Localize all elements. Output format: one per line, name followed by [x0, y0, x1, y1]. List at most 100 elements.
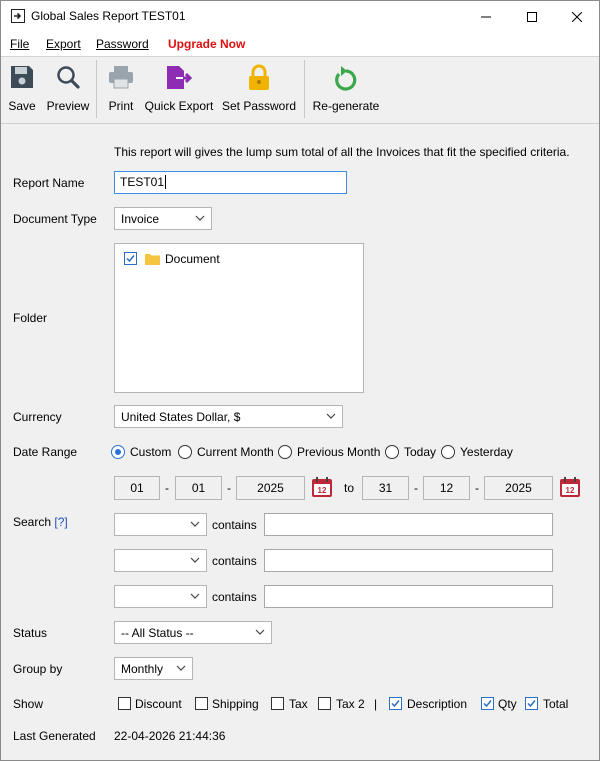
checkmark-icon: [391, 700, 400, 708]
save-label: Save: [8, 99, 36, 113]
set-password-button[interactable]: Set Password: [220, 58, 298, 124]
report-window: Global Sales Report TEST01 File Export P…: [0, 0, 600, 761]
menu-upgrade-now[interactable]: Upgrade Now: [168, 37, 245, 51]
chevron-down-icon: [190, 557, 200, 563]
show-label: Show: [13, 697, 44, 711]
to-year-field[interactable]: 2025: [484, 476, 553, 500]
maximize-button[interactable]: [509, 1, 555, 32]
search-field-select-3[interactable]: [114, 585, 207, 608]
show-discount-checkbox[interactable]: [118, 697, 131, 710]
date-to-text: to: [344, 481, 355, 495]
preview-label: Preview: [46, 99, 90, 113]
export-icon: [167, 66, 193, 89]
currency-label: Currency: [13, 410, 62, 424]
show-shipping-label: Shipping: [212, 697, 259, 711]
search-value-input-1[interactable]: [264, 513, 553, 536]
menu-password[interactable]: Password: [96, 37, 149, 51]
quick-export-label: Quick Export: [144, 99, 214, 113]
chevron-down-icon: [176, 665, 186, 671]
regenerate-button[interactable]: Re-generate: [312, 58, 380, 124]
print-label: Print: [108, 99, 134, 113]
minimize-button[interactable]: [463, 1, 509, 32]
title-bar: Global Sales Report TEST01: [1, 1, 599, 32]
report-name-input[interactable]: TEST01: [114, 171, 347, 194]
text-cursor: [165, 175, 167, 189]
status-select[interactable]: -- All Status --: [114, 621, 272, 644]
print-button[interactable]: Print: [105, 58, 137, 124]
from-date-picker-button[interactable]: 12: [311, 476, 333, 498]
checkmark-icon: [126, 255, 135, 263]
group-by-value: Monthly: [121, 662, 164, 676]
currency-select[interactable]: United States Dollar, $: [114, 405, 343, 428]
contains-label: contains: [212, 590, 257, 604]
search-help-link[interactable]: [?]: [54, 515, 67, 529]
save-button[interactable]: Save: [5, 58, 39, 124]
calendar-icon: 12: [560, 477, 580, 497]
toolbar-separator: [304, 60, 305, 118]
show-separator: |: [374, 697, 378, 711]
date-dash: -: [227, 481, 231, 495]
menu-file[interactable]: File: [10, 37, 29, 51]
folder-document-checkbox[interactable]: [124, 252, 137, 265]
toolbar: Save Preview Print Quick Export Set Pass…: [1, 58, 599, 124]
group-by-select[interactable]: Monthly: [114, 657, 193, 680]
date-range-label: Date Range: [13, 445, 78, 459]
search-value-input-3[interactable]: [264, 585, 553, 608]
search-field-select-1[interactable]: [114, 513, 207, 536]
search-label-text: Search: [13, 515, 52, 529]
folder-icon: [145, 254, 160, 265]
show-tax-checkbox[interactable]: [271, 697, 284, 710]
radio-previous-month-label: Previous Month: [297, 445, 381, 459]
radio-yesterday[interactable]: [441, 445, 455, 459]
to-date-picker-button[interactable]: 12: [559, 476, 581, 498]
show-total-checkbox[interactable]: [525, 697, 538, 710]
lock-icon: [249, 64, 269, 90]
from-month-field[interactable]: 01: [175, 476, 222, 500]
to-day-field[interactable]: 31: [362, 476, 409, 500]
maximize-icon: [527, 11, 537, 22]
report-description: This report will gives the lump sum tota…: [114, 145, 570, 159]
window-title: Global Sales Report TEST01: [31, 9, 186, 23]
document-type-select[interactable]: Invoice: [114, 207, 212, 230]
search-field-select-2[interactable]: [114, 549, 207, 572]
group-by-label: Group by: [13, 662, 63, 676]
quick-export-button[interactable]: Quick Export: [144, 58, 214, 124]
from-day-field[interactable]: 01: [114, 476, 160, 500]
calendar-icon-text: 12: [318, 486, 327, 495]
calendar-icon-text: 12: [566, 486, 575, 495]
search-value-input-2[interactable]: [264, 549, 553, 572]
status-label: Status: [13, 626, 48, 640]
to-month-field[interactable]: 12: [423, 476, 470, 500]
from-year-field[interactable]: 2025: [236, 476, 305, 500]
menu-file-label: File: [10, 37, 30, 51]
radio-today[interactable]: [385, 445, 399, 459]
show-shipping-checkbox[interactable]: [195, 697, 208, 710]
document-type-value: Invoice: [121, 212, 160, 226]
show-description-checkbox[interactable]: [389, 697, 402, 710]
checkmark-icon: [483, 700, 492, 708]
chevron-down-icon: [255, 629, 265, 635]
magnifier-icon: [57, 66, 80, 89]
app-icon: [11, 9, 25, 23]
preview-button[interactable]: Preview: [45, 58, 91, 124]
refresh-icon: [335, 66, 357, 91]
status-value: -- All Status --: [121, 626, 194, 640]
chevron-down-icon: [195, 215, 205, 221]
folder-tree[interactable]: Document: [114, 243, 364, 393]
show-qty-checkbox[interactable]: [481, 697, 494, 710]
document-type-label: Document Type: [13, 212, 97, 226]
report-name-value: TEST01: [120, 175, 165, 189]
currency-value: United States Dollar, $: [121, 410, 241, 424]
close-icon: [572, 11, 582, 22]
search-label: Search [?]: [13, 515, 68, 529]
show-tax2-checkbox[interactable]: [318, 697, 331, 710]
radio-previous-month[interactable]: [278, 445, 292, 459]
menu-password-label: Password: [96, 37, 149, 51]
menu-export[interactable]: Export: [46, 37, 81, 51]
folder-item-label: Document: [165, 252, 220, 266]
folder-label: Folder: [13, 311, 48, 325]
radio-custom[interactable]: [111, 445, 125, 459]
show-tax-label: Tax: [289, 697, 308, 711]
radio-current-month[interactable]: [178, 445, 192, 459]
close-button[interactable]: [554, 1, 599, 32]
